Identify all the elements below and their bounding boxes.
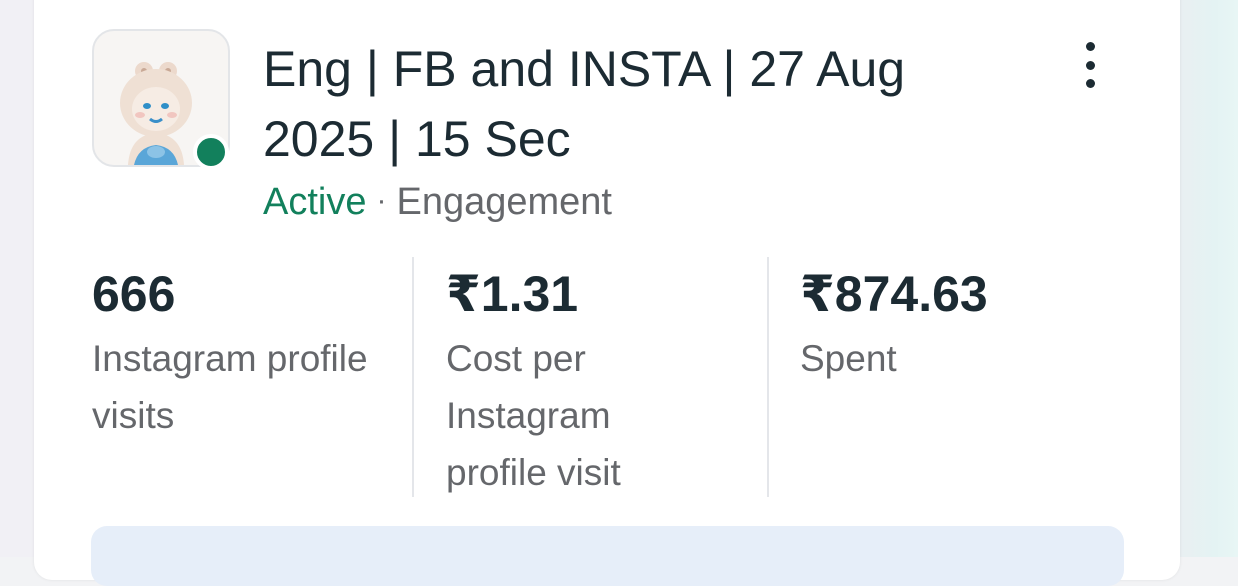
objective-label: Engagement <box>396 181 612 223</box>
metric-divider <box>767 257 769 497</box>
meta-separator: · <box>376 184 387 217</box>
metric-value: ₹874.63 <box>800 266 988 322</box>
bottom-banner[interactable] <box>91 526 1124 586</box>
metric-value: ₹1.31 <box>446 266 579 322</box>
metric-cost-per-profile-visit: ₹1.31 Cost per Instagram profile visit <box>446 262 686 501</box>
more-dot <box>1085 79 1095 88</box>
metric-divider <box>412 257 414 497</box>
metric-value: 666 <box>92 266 176 322</box>
more-dot <box>1085 60 1095 70</box>
metric-instagram-profile-visits: 666 Instagram profile visits <box>92 262 402 444</box>
metric-label: Cost per Instagram profile visit <box>446 338 621 493</box>
metric-spent: ₹874.63 Spent <box>800 262 1110 387</box>
campaign-title[interactable]: Eng | FB and INSTA | 27 Aug 2025 | 15 Se… <box>263 34 963 174</box>
metric-label: Spent <box>800 338 897 379</box>
page-background-left <box>0 0 34 557</box>
more-vertical-icon[interactable] <box>1070 40 1110 90</box>
status-active-dot <box>193 134 229 170</box>
campaign-meta: Active · Engagement <box>263 178 612 225</box>
more-dot <box>1085 42 1095 51</box>
status-label: Active <box>263 181 367 223</box>
metric-label: Instagram profile visits <box>92 338 368 436</box>
page-background-right <box>1180 0 1238 557</box>
